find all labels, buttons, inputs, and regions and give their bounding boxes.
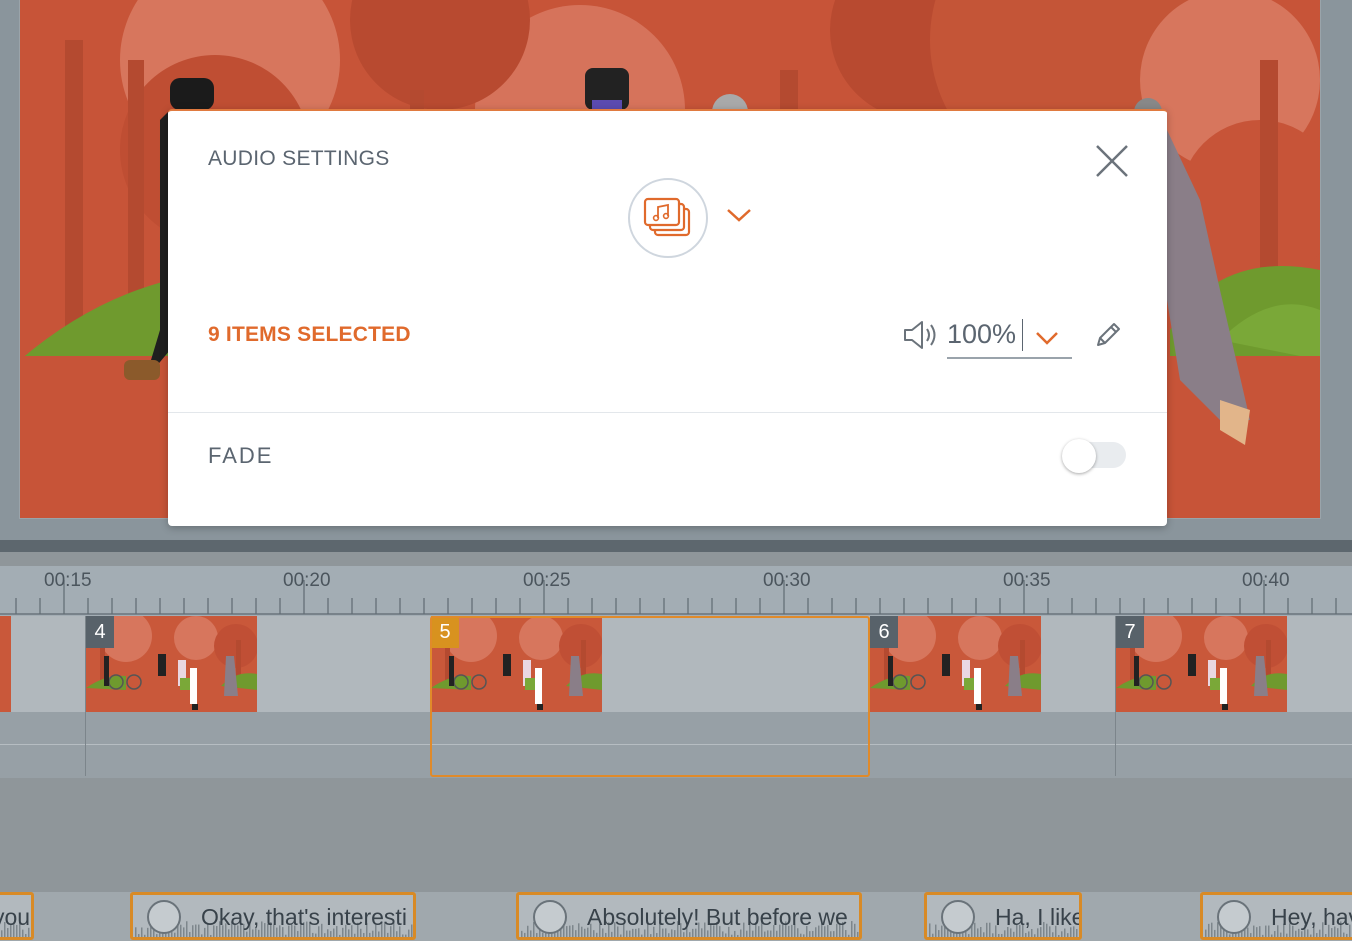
character-avatar-icon: [1217, 900, 1251, 934]
volume-dropdown-toggle[interactable]: [1033, 327, 1061, 349]
character-avatar-icon: [147, 900, 181, 934]
asset-type-button[interactable]: [628, 178, 708, 258]
scene-number-badge: 6: [870, 616, 898, 648]
ruler-label: 00:20: [283, 570, 331, 591]
close-button[interactable]: [1092, 141, 1132, 181]
audio-clip[interactable]: Hey, hav: [1200, 892, 1352, 940]
edit-volume-button[interactable]: [1092, 319, 1124, 351]
audio-clip-text: Absolutely! But before we: [587, 904, 848, 930]
ruler-label: 00:25: [523, 570, 571, 591]
fade-label: FADE: [208, 443, 274, 468]
audio-clip[interactable]: Absolutely! But before we: [516, 892, 862, 940]
ruler-label: 00:40: [1242, 570, 1290, 591]
fade-toggle[interactable]: [1062, 439, 1126, 473]
track-lane-line: [0, 744, 1352, 745]
volume-select[interactable]: 100%: [947, 311, 1072, 359]
stage-divider: [0, 540, 1352, 552]
scene-number-badge: 7: [1116, 616, 1144, 648]
scene-clip[interactable]: 5: [431, 616, 602, 712]
close-icon: [1096, 145, 1128, 177]
asset-type-dropdown[interactable]: [724, 203, 754, 227]
audio-clip[interactable]: Ha, I like: [924, 892, 1082, 940]
scene-number-badge: 4: [86, 616, 114, 648]
items-selected-label: 9 ITEMS SELECTED: [208, 323, 411, 346]
character-avatar-icon: [533, 900, 567, 934]
audio-clip[interactable]: Okay, that's interesti: [130, 892, 416, 940]
scene-clip[interactable]: 7: [1116, 616, 1287, 712]
pencil-icon: [1097, 323, 1120, 346]
fade-toggle-knob: [1062, 439, 1096, 473]
scene-number-badge: 5: [431, 616, 459, 648]
volume-value: 100%: [947, 319, 1017, 349]
audio-clip-text: you: [0, 904, 31, 930]
audio-clip[interactable]: you: [0, 892, 34, 940]
ruler-label: 00:15: [44, 570, 92, 591]
modal-divider: [168, 412, 1167, 413]
volume-divider: [1022, 319, 1023, 351]
audio-clip-text: Okay, that's interesti: [201, 904, 407, 930]
audio-settings-modal: AUDIO SETTINGS 9 ITEMS SELECTED 100% FAD…: [168, 109, 1167, 526]
audio-clip-text: Ha, I like: [995, 904, 1082, 930]
speaker-icon: [902, 318, 938, 352]
scene-clip[interactable]: 6: [870, 616, 1041, 712]
audio-clip-text: Hey, hav: [1271, 904, 1352, 930]
music-stack-icon: [643, 197, 691, 237]
ruler-label: 00:35: [1003, 570, 1051, 591]
chevron-down-icon: [1036, 332, 1058, 345]
modal-title: AUDIO SETTINGS: [208, 147, 390, 170]
character-avatar-icon: [941, 900, 975, 934]
chevron-down-icon: [727, 209, 751, 222]
scene-sub-track: [0, 712, 1352, 778]
timeline-ruler[interactable]: 00:15 00:20 00:25 00:30 00:35 00:40: [0, 566, 1352, 616]
ruler-label: 00:30: [763, 570, 811, 591]
scene-clip-partial[interactable]: [0, 616, 11, 712]
scene-thumbnail: [0, 616, 11, 712]
ruler-ticks: [0, 580, 1352, 615]
scene-clip[interactable]: 4: [86, 616, 257, 712]
